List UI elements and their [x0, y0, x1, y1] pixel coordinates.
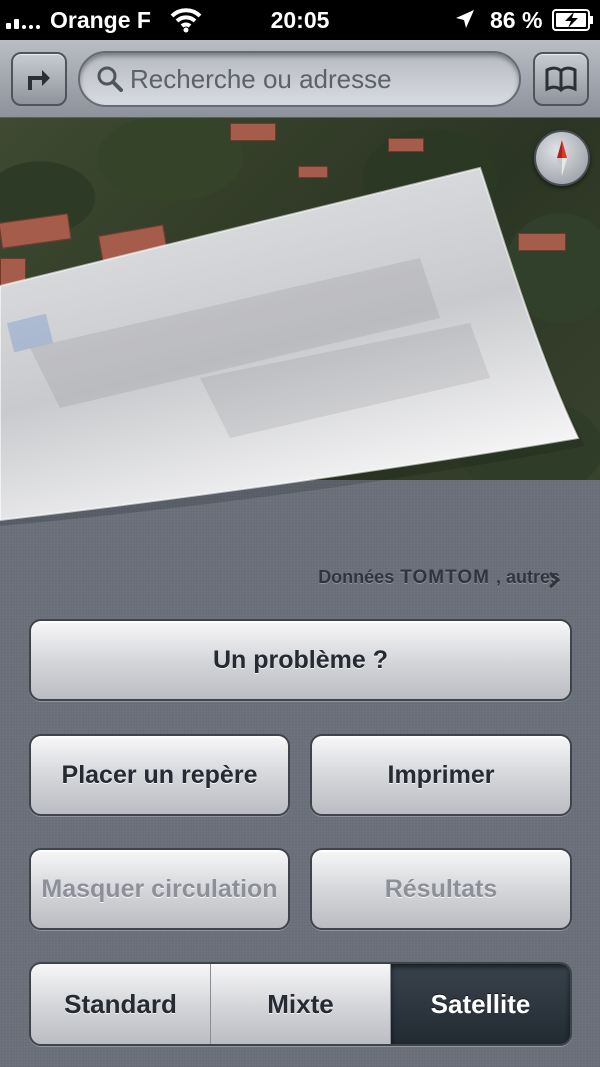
- results-button[interactable]: Résultats: [310, 848, 572, 930]
- attribution-prefix: Données: [318, 567, 395, 587]
- report-problem-label: Un problème ?: [212, 645, 388, 674]
- compass-button[interactable]: [534, 130, 590, 186]
- results-label: Résultats: [384, 874, 498, 903]
- search-input[interactable]: [130, 63, 510, 95]
- location-arrow-icon: [456, 10, 474, 28]
- drop-pin-label: Placer un repère: [61, 760, 258, 789]
- hide-traffic-button[interactable]: Masquer circulation: [29, 848, 290, 930]
- report-problem-button[interactable]: Un problème ?: [29, 619, 572, 701]
- battery-percent: 86 %: [490, 7, 543, 33]
- print-button[interactable]: Imprimer: [310, 734, 572, 816]
- drop-pin-button[interactable]: Placer un repère: [29, 734, 290, 816]
- directions-icon: [28, 70, 50, 90]
- navigation-bar: [0, 40, 600, 118]
- print-label: Imprimer: [387, 760, 495, 789]
- chevron-right-icon: [549, 571, 561, 589]
- search-field[interactable]: [78, 51, 521, 107]
- tomtom-logo: TOMTOM: [400, 567, 490, 588]
- directions-button[interactable]: [11, 52, 67, 106]
- map-type-segmented-control: Standard Mixte Satellite: [29, 962, 572, 1046]
- compass-icon: [557, 140, 567, 176]
- battery-charging-icon: [552, 9, 593, 31]
- wifi-icon: [170, 8, 202, 33]
- map-type-satellite[interactable]: Satellite: [390, 964, 570, 1044]
- hide-traffic-label: Masquer circulation: [41, 874, 278, 903]
- map-type-mixte[interactable]: Mixte: [210, 964, 390, 1044]
- bookmarks-icon: [545, 66, 577, 93]
- bookmarks-button[interactable]: [533, 52, 589, 106]
- map-data-attribution[interactable]: Données TOMTOM , autres: [318, 567, 560, 589]
- search-icon: [97, 66, 123, 92]
- signal-icon: [6, 13, 40, 29]
- carrier-name: Orange F: [50, 7, 151, 33]
- map-type-standard[interactable]: Standard: [31, 964, 210, 1044]
- satellite-map[interactable]: [0, 118, 600, 538]
- status-bar: Orange F 20:05 86 %: [0, 0, 600, 40]
